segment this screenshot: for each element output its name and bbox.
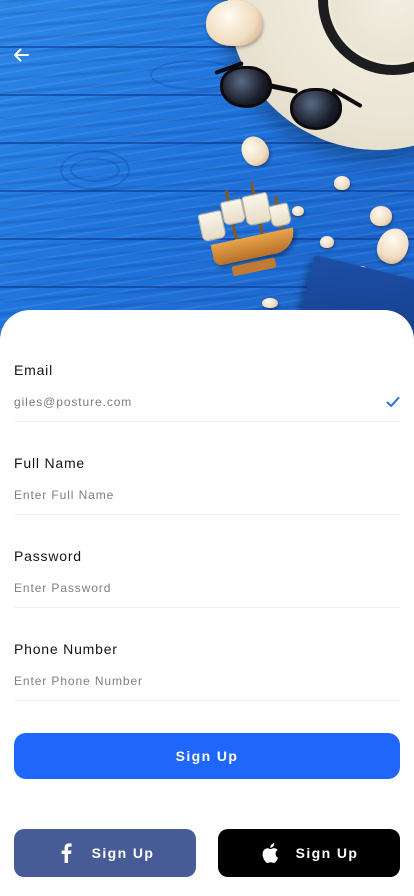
email-input[interactable]	[14, 392, 374, 412]
seashell	[262, 298, 278, 308]
seashell	[370, 206, 392, 226]
sunglasses-lens-right	[290, 88, 342, 130]
facebook-sign-up-button[interactable]: Sign Up	[14, 829, 196, 877]
sign-up-button[interactable]: Sign Up	[14, 733, 400, 779]
beach-hero-image	[0, 0, 414, 340]
apple-sign-up-button[interactable]: Sign Up	[218, 829, 400, 877]
phone-number-label: Phone Number	[14, 641, 118, 657]
ship-sail	[267, 202, 293, 228]
sign-up-screen: Email Full Name Password Phone Number Si…	[0, 0, 414, 896]
full-name-label: Full Name	[14, 455, 85, 471]
arrow-left-icon	[14, 48, 29, 62]
password-input[interactable]	[14, 578, 374, 598]
seashell	[320, 236, 334, 248]
full-name-field: Full Name	[14, 455, 400, 515]
seashell	[334, 176, 350, 190]
seashell	[371, 223, 414, 269]
seashell	[206, 0, 262, 46]
wood-knot	[70, 158, 120, 182]
email-label: Email	[14, 362, 54, 378]
phone-number-input[interactable]	[14, 671, 374, 691]
password-field: Password	[14, 548, 400, 608]
facebook-icon	[56, 843, 76, 863]
phone-number-field: Phone Number	[14, 641, 400, 701]
seashell	[236, 131, 274, 171]
check-icon	[386, 396, 400, 407]
password-label: Password	[14, 548, 82, 564]
email-field: Email	[14, 362, 400, 422]
apple-sign-up-label: Sign Up	[295, 845, 359, 861]
sign-up-form-card: Email Full Name Password Phone Number Si…	[0, 310, 414, 896]
full-name-input[interactable]	[14, 485, 374, 505]
seashell	[292, 206, 304, 216]
facebook-sign-up-label: Sign Up	[91, 845, 155, 861]
back-button[interactable]	[8, 42, 34, 68]
apple-icon	[260, 843, 280, 863]
sunglasses-lens-left	[220, 66, 272, 108]
